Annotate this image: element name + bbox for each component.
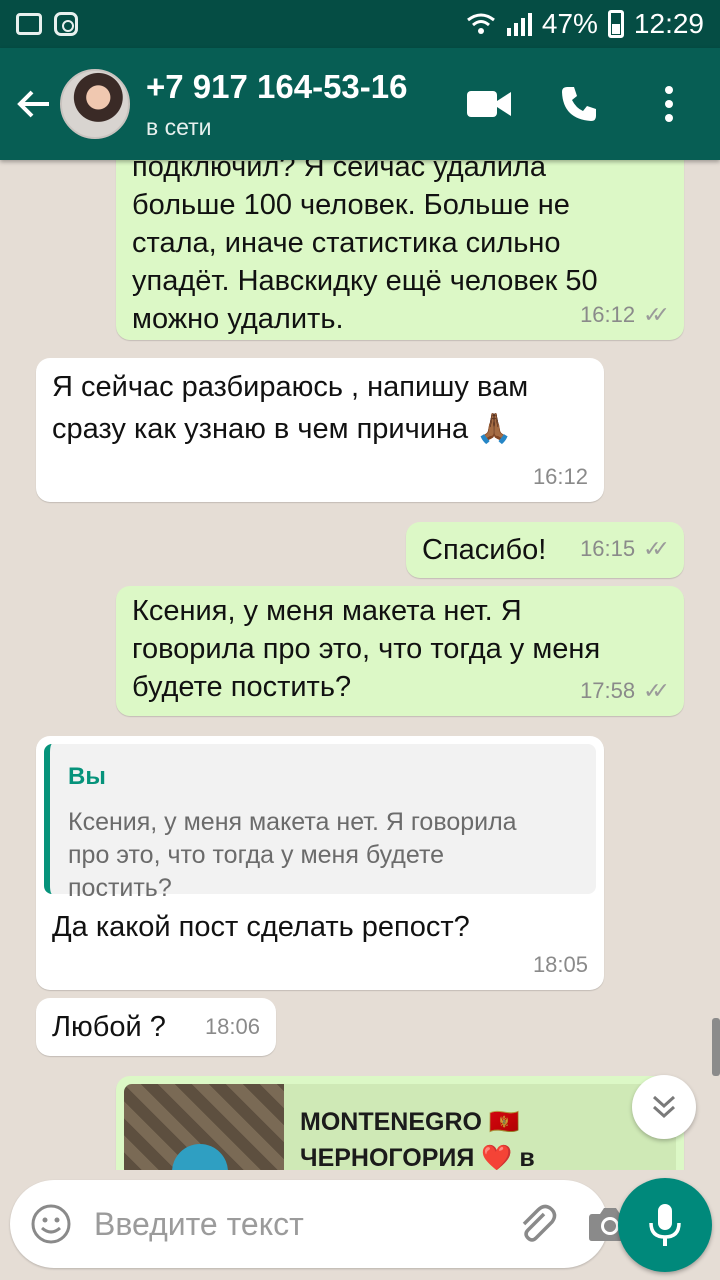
message-incoming[interactable]: Я сейчас разбираюсь , напишу вам сразу к… (36, 358, 604, 502)
message-line: подключил? Я сейчас удалила (132, 160, 546, 183)
status-bar: 47% 12:29 (0, 0, 720, 48)
link-title: MONTENEGRO 🇲🇪 ЧЕРНОГОРИЯ ❤️ в (300, 1108, 535, 1170)
message-incoming[interactable]: Вы Ксения, у меня макета нет. Я говорила… (36, 736, 604, 990)
message-outgoing[interactable]: Спасибо! 16:15 ✓✓ (406, 522, 684, 578)
signal-icon (506, 13, 532, 36)
message-line: больше 100 человек. Больше не (132, 189, 570, 221)
link-thumbnail (124, 1084, 284, 1170)
double-chevron-down-icon (652, 1095, 676, 1119)
message-time: 18:05 (532, 952, 588, 977)
wifi-icon (466, 13, 495, 34)
battery-icon (607, 10, 624, 38)
avatar[interactable] (60, 69, 130, 139)
video-call-icon[interactable] (466, 81, 512, 127)
quoted-author: Вы (68, 763, 106, 790)
contact-info[interactable]: +7 917 164-53-16 в сети (146, 68, 407, 141)
read-ticks-icon: ✓✓ (643, 302, 670, 327)
scrollbar[interactable] (712, 1018, 720, 1076)
mic-icon (649, 1204, 681, 1246)
emoji-icon[interactable] (30, 1202, 72, 1246)
message-time: 16:12 (532, 464, 588, 489)
message-line: Да какой пост сделать репост? (52, 911, 470, 943)
message-outgoing[interactable]: подключил? Я сейчас удалила больше 100 ч… (116, 160, 684, 340)
phone-icon[interactable] (556, 81, 602, 127)
voice-record-button[interactable] (618, 1178, 712, 1272)
scroll-to-bottom-button[interactable] (632, 1075, 696, 1139)
message-time: 16:15 ✓✓ (580, 530, 670, 568)
message-composer (10, 1180, 631, 1268)
message-line: Ксения, у меня макета нет. Я (132, 595, 522, 627)
message-incoming[interactable]: Любой ? 18:06 (36, 998, 276, 1056)
gallery-icon (16, 13, 42, 35)
message-line: говорила про это, что тогда у меня (132, 633, 601, 665)
instagram-icon (54, 12, 78, 36)
message-line: Я сейчас разбираюсь , напишу вам (52, 371, 529, 403)
clock: 12:29 (633, 8, 704, 39)
message-outgoing[interactable]: Ксения, у меня макета нет. Я говорила пр… (116, 586, 684, 716)
quoted-message[interactable]: Вы Ксения, у меня макета нет. Я говорила… (44, 744, 596, 902)
attach-icon[interactable] (514, 1198, 558, 1250)
message-line: стала, иначе статистика сильно (132, 227, 561, 259)
chat-header: +7 917 164-53-16 в сети (0, 48, 720, 160)
message-input[interactable] (94, 1205, 514, 1243)
contact-name: +7 917 164-53-16 (146, 67, 408, 105)
message-outgoing[interactable]: MONTENEGRO 🇲🇪 ЧЕРНОГОРИЯ ❤️ в (116, 1076, 684, 1170)
message-line: упадёт. Навскидку ещё человек 50 (132, 265, 598, 297)
more-vert-icon[interactable] (646, 81, 692, 127)
read-ticks-icon: ✓✓ (643, 536, 670, 561)
link-preview[interactable]: MONTENEGRO 🇲🇪 ЧЕРНОГОРИЯ ❤️ в (124, 1084, 676, 1170)
message-list[interactable]: подключил? Я сейчас удалила больше 100 ч… (0, 160, 720, 1170)
contact-status: в сети (146, 113, 212, 140)
message-time: 16:12 ✓✓ (580, 296, 670, 334)
message-line: сразу как узнаю в чем причина 🙏🏾 (52, 413, 513, 445)
battery-percent: 47% (541, 8, 598, 39)
message-time: 18:06 (204, 1014, 260, 1039)
message-time: 17:58 ✓✓ (580, 672, 670, 710)
back-arrow-icon[interactable] (8, 74, 60, 134)
read-ticks-icon: ✓✓ (643, 678, 670, 703)
quoted-text: Ксения, у меня макета нет. Я говорила пр… (68, 808, 517, 902)
